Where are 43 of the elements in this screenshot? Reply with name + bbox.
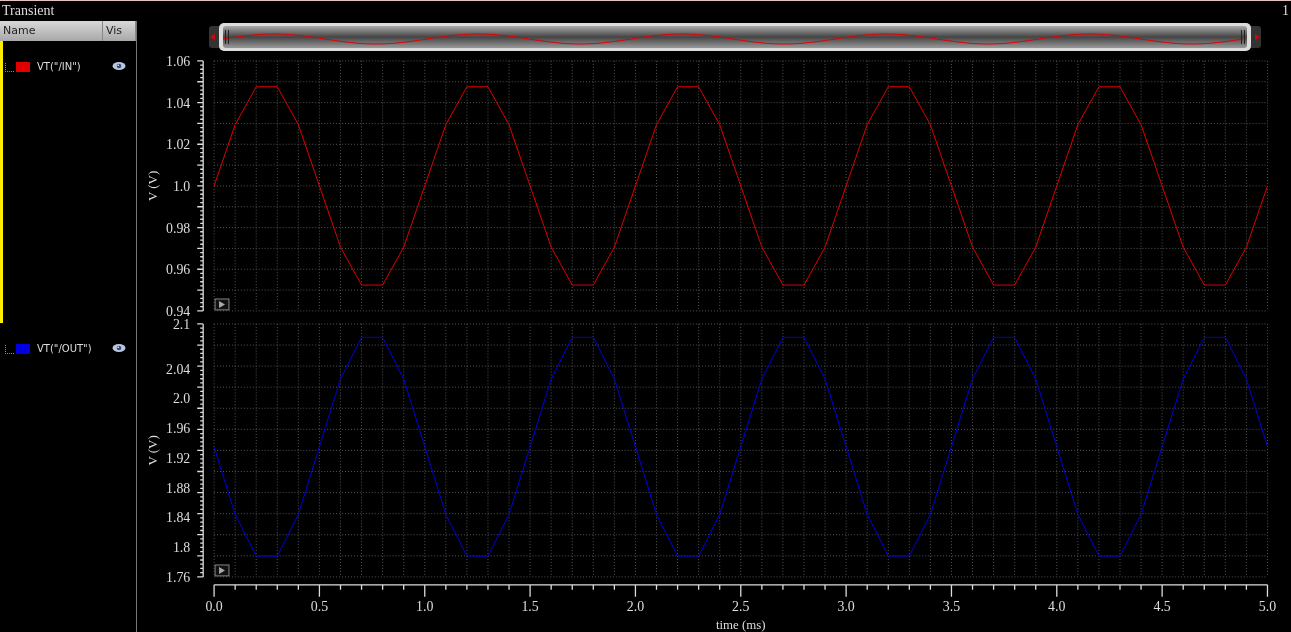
x-axis-label: time (ms) (715, 618, 766, 632)
y-tick-label: 1.96 (166, 420, 191, 436)
y-tick-label: 2.1 (172, 316, 191, 332)
window-number-label: 1 (1282, 3, 1289, 19)
y-tick-label: 1.88 (166, 480, 191, 496)
y-tick-label: 1.76 (166, 569, 191, 585)
y-tick-label: 1.8 (172, 539, 191, 555)
y-tick-label: 1.04 (166, 95, 191, 111)
y-tick-label: 1.06 (166, 53, 191, 69)
trace-name: VT("/OUT") (37, 342, 93, 354)
y-tick-label: 1.92 (166, 450, 191, 466)
x-tick-label: 2.5 (732, 598, 750, 614)
y-tick-label: 1.0 (172, 178, 191, 194)
x-tick-label: 0.5 (310, 598, 329, 614)
x-tick-label: 4.5 (1153, 598, 1171, 614)
play-icon[interactable] (214, 298, 230, 311)
trace-row[interactable]: VT("/OUT") (0, 322, 136, 632)
y-tick-label: 0.96 (166, 261, 191, 277)
y-tick-label: 0.98 (166, 220, 191, 236)
y-tick-label: 2.0 (172, 390, 191, 406)
y-axis-label: V (V) (145, 170, 160, 201)
x-tick-label: 5.0 (1258, 598, 1277, 614)
x-tick-label: 3.5 (942, 598, 961, 614)
y-tick-label: 1.84 (166, 509, 191, 525)
x-tick-label: 3.0 (837, 598, 855, 614)
eye-icon[interactable] (112, 342, 126, 353)
play-icon[interactable] (214, 564, 230, 576)
column-header[interactable]: Vis (103, 21, 136, 41)
y-tick-label: 2.04 (166, 361, 191, 377)
y-axis-label: V (V) (145, 434, 160, 466)
eye-icon[interactable] (112, 60, 126, 71)
y-tick-label: 0.94 (166, 303, 191, 317)
x-tick-label: 1.5 (521, 598, 539, 614)
trace-row[interactable]: VT("/IN") (0, 40, 136, 323)
window-title: Transient (2, 3, 55, 19)
x-tick-label: 2.0 (626, 598, 645, 614)
overview-scrollbar[interactable] (209, 22, 1261, 51)
x-tick-label: 4.0 (1048, 598, 1066, 614)
x-tick-label: 1.0 (416, 598, 434, 614)
column-header[interactable]: Name (0, 21, 103, 41)
y-tick-label: 1.02 (166, 136, 191, 152)
x-tick-label: 0.0 (205, 598, 223, 614)
trace-name: VT("/IN") (37, 60, 82, 72)
